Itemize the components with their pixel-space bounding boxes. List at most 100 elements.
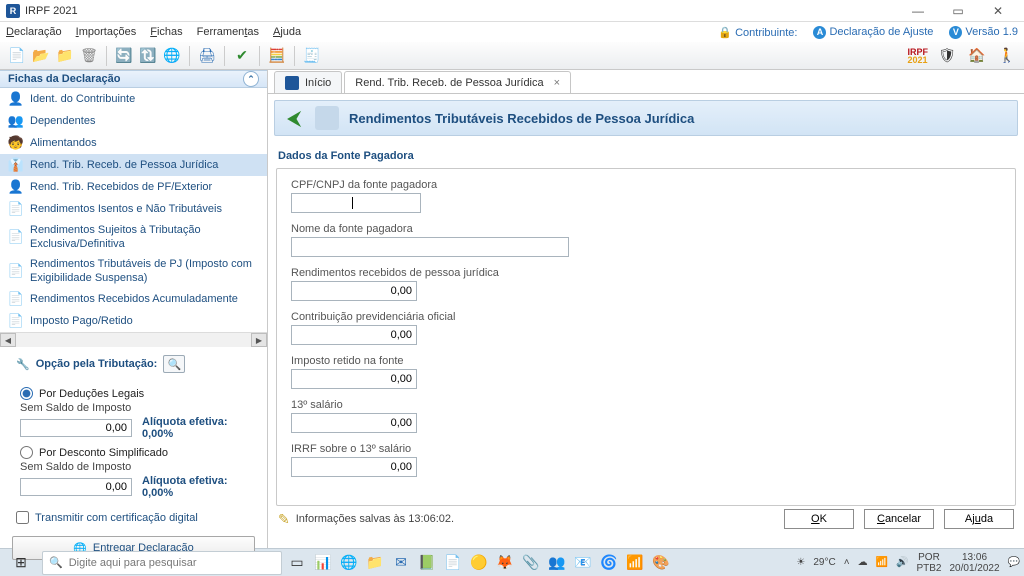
input-irrf13[interactable] — [291, 457, 417, 477]
app1-icon[interactable]: 📊 — [312, 552, 334, 574]
edge-icon[interactable]: 🌐 — [338, 552, 360, 574]
sidebar-item-ident[interactable]: 👤Ident. do Contribuinte — [0, 88, 267, 110]
delete-icon[interactable]: 🗑 — [78, 45, 100, 67]
tab-inicio[interactable]: Início — [274, 71, 342, 93]
label-irrf13: IRRF sobre o 13º salário — [291, 443, 1001, 455]
scroll-right-icon[interactable]: ▶ — [251, 333, 267, 347]
firefox-icon[interactable]: 🦊 — [494, 552, 516, 574]
outlook-icon[interactable]: 📧 — [572, 552, 594, 574]
tab-close-icon[interactable]: × — [554, 77, 560, 89]
open-icon[interactable]: 📂 — [30, 45, 52, 67]
teams-icon[interactable]: 👥 — [546, 552, 568, 574]
sidebar-item-alimentandos[interactable]: 🧒Alimentandos — [0, 132, 267, 154]
input-rendimentos[interactable] — [291, 281, 417, 301]
notifications-icon[interactable]: 💬 — [1008, 557, 1020, 568]
sidebar-item-exigib[interactable]: 📄Rendimentos Tributáveis de PJ (Imposto … — [0, 254, 267, 288]
irpf-logo: IRPF2021 — [907, 48, 928, 64]
radio-simplificado[interactable] — [20, 446, 33, 459]
cert-digital-label: Transmitir com certificação digital — [35, 512, 198, 524]
sidebar-item-rend-pj[interactable]: 👔Rend. Trib. Receb. de Pessoa Jurídica — [0, 154, 267, 176]
cert-digital-checkbox[interactable] — [16, 511, 29, 524]
opcao-title: Opção pela Tributação: — [36, 358, 158, 370]
system-tray: ☀ 29°C ˄ ☁ 📶 🔊 PORPTB2 13:0620/01/2022 💬 — [796, 552, 1020, 574]
word-icon[interactable]: 📄 — [442, 552, 464, 574]
maximize-button[interactable]: ▭ — [938, 1, 978, 21]
sidebar-item-rend-pf[interactable]: 👤Rend. Trib. Recebidos de PF/Exterior — [0, 176, 267, 198]
sidebar-hscroll[interactable]: ◀ ▶ — [0, 332, 267, 347]
menu-fichas[interactable]: Fichas — [150, 26, 182, 38]
person-toolbar-icon[interactable]: 🚶 — [996, 45, 1018, 67]
menu-ajuda[interactable]: Ajuda — [273, 26, 301, 38]
input-13[interactable] — [291, 413, 417, 433]
cancel-button[interactable]: Cancelar — [864, 509, 934, 529]
fichas-panel-header[interactable]: Fichas da Declaração ⌃ — [0, 70, 267, 88]
label-13: 13º salário — [291, 399, 1001, 411]
tray-chevron-icon[interactable]: ˄ — [844, 557, 850, 568]
calc-icon[interactable]: 🧮 — [266, 45, 288, 67]
taskview-icon[interactable]: ▭ — [286, 552, 308, 574]
cloud-icon[interactable]: ☁ — [858, 557, 868, 568]
wifi-icon[interactable]: 📶 — [876, 557, 888, 568]
bar-icon[interactable]: 📶 — [624, 552, 646, 574]
import2-icon[interactable]: 🔃 — [137, 45, 159, 67]
chrome-icon[interactable]: 🟡 — [468, 552, 490, 574]
clock[interactable]: 13:0620/01/2022 — [949, 552, 999, 574]
main: Início Rend. Trib. Receb. de Pessoa Jurí… — [268, 70, 1024, 548]
input-nome[interactable] — [291, 237, 569, 257]
close-doc-icon[interactable]: 📁 — [54, 45, 76, 67]
mail-icon[interactable]: ✉ — [390, 552, 412, 574]
tab-rend-pj[interactable]: Rend. Trib. Receb. de Pessoa Jurídica× — [344, 71, 571, 93]
globe-icon[interactable]: 🌐 — [161, 45, 183, 67]
sound-icon[interactable]: 🔊 — [896, 557, 908, 568]
label-contrib: Contribuição previdenciária oficial — [291, 311, 1001, 323]
sidebar-item-dependentes[interactable]: 👥Dependentes — [0, 110, 267, 132]
versao-label: VVersão 1.9 — [949, 26, 1018, 39]
home-toolbar-icon[interactable]: 🏠 — [966, 45, 988, 67]
search-placeholder: Digite aqui para pesquisar — [69, 557, 197, 569]
ok-button[interactable]: OK — [784, 509, 854, 529]
sidebar-item-imposto[interactable]: 📄Imposto Pago/Retido — [0, 310, 267, 332]
new-icon[interactable]: 📄 — [6, 45, 28, 67]
receipt-icon[interactable]: 🧾 — [301, 45, 323, 67]
taskbar-search[interactable]: 🔍 Digite aqui para pesquisar — [42, 551, 282, 575]
tabstrip: Início Rend. Trib. Receb. de Pessoa Jurí… — [268, 70, 1024, 94]
app-icon: R — [6, 4, 20, 18]
sidebar-item-acumulado[interactable]: 📄Rendimentos Recebidos Acumuladamente — [0, 288, 267, 310]
menu-declaracao[interactable]: Declaração — [6, 26, 62, 38]
minimize-button[interactable]: — — [898, 1, 938, 21]
page-header: ⮜ Rendimentos Tributáveis Recebidos de P… — [274, 100, 1018, 136]
print-icon[interactable]: 🖨 — [196, 45, 218, 67]
radio-deducoes[interactable] — [20, 387, 33, 400]
back-icon[interactable]: ⮜ — [283, 107, 305, 129]
weather-icon[interactable]: ☀ — [796, 557, 805, 568]
input-contrib[interactable] — [291, 325, 417, 345]
edge2-icon[interactable]: 🌀 — [598, 552, 620, 574]
help-button[interactable]: Ajuda — [944, 509, 1014, 529]
deducoes-valor-input[interactable] — [20, 419, 132, 437]
page-header-icon — [315, 106, 339, 130]
sidebar: Fichas da Declaração ⌃ 👤Ident. do Contri… — [0, 70, 268, 548]
shield-icon[interactable]: 🛡 — [936, 45, 958, 67]
toolbar: 📄 📂 📁 🗑 🔄 🔃 🌐 🖨 ✔ 🧮 🧾 IRPF2021 🛡 🏠 🚶 — [0, 42, 1024, 70]
opcao-search-button[interactable]: 🔍 — [163, 355, 185, 373]
import1-icon[interactable]: 🔄 — [113, 45, 135, 67]
check-icon[interactable]: ✔ — [231, 45, 253, 67]
menu-importacoes[interactable]: Importações — [76, 26, 137, 38]
label-cpfcnpj: CPF/CNPJ da fonte pagadora — [291, 179, 1001, 191]
explorer-icon[interactable]: 📁 — [364, 552, 386, 574]
start-button[interactable]: ⊞ — [4, 551, 38, 575]
sidebar-item-isentos[interactable]: 📄Rendimentos Isentos e Não Tributáveis — [0, 198, 267, 220]
office-icon[interactable]: 📎 — [520, 552, 542, 574]
np-icon[interactable]: 📗 — [416, 552, 438, 574]
input-irrf[interactable] — [291, 369, 417, 389]
menu-ferramentas[interactable]: Ferramentas — [197, 26, 259, 38]
paint-icon[interactable]: 🎨 — [650, 552, 672, 574]
input-cpfcnpj[interactable] — [291, 193, 421, 213]
scroll-left-icon[interactable]: ◀ — [0, 333, 16, 347]
footer: ✎Informações salvas às 13:06:02. OK Canc… — [268, 506, 1024, 532]
close-button[interactable]: ✕ — [978, 1, 1018, 21]
simplificado-valor-input[interactable] — [20, 478, 132, 496]
lang-indicator[interactable]: PORPTB2 — [916, 552, 941, 574]
sidebar-item-exclusiva[interactable]: 📄Rendimentos Sujeitos à Tributação Exclu… — [0, 220, 267, 254]
collapse-icon[interactable]: ⌃ — [243, 71, 259, 87]
